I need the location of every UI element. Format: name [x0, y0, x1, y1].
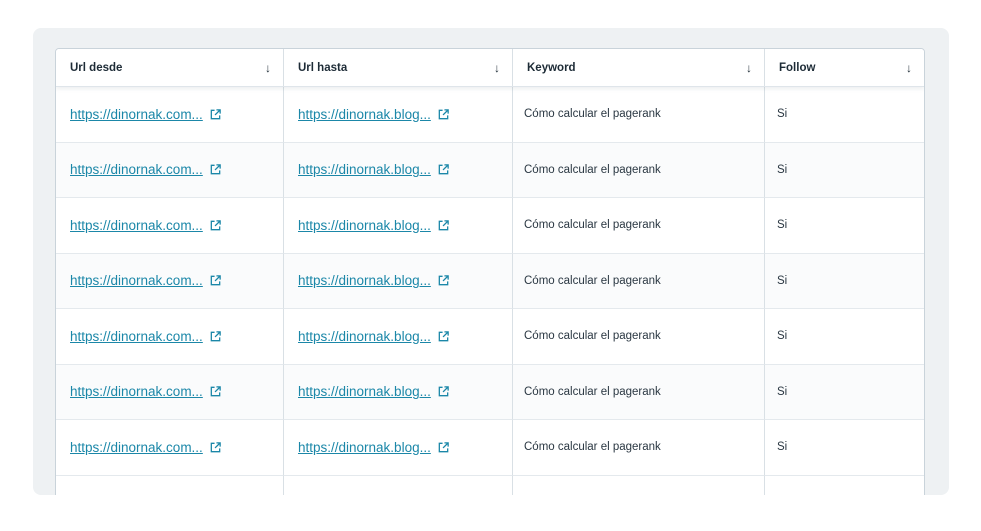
table-row: https://dinornak.com... https://dinornak… [56, 87, 924, 143]
cell-url-hasta: https://dinornak.blog... [284, 253, 513, 309]
link-text: https://dinornak.blog... [298, 328, 431, 344]
link-text: https://dinornak.blog... [298, 162, 431, 178]
url-hasta-link[interactable]: https://dinornak.blog... [298, 384, 450, 399]
table-row: https://dinornak.com... https://dinornak… [56, 253, 924, 309]
table-header: Url desde ↓ Url hasta ↓ Keyword ↓ Follow… [56, 49, 924, 87]
link-text: https://dinornak.com... [70, 439, 203, 455]
cell-follow: Si [765, 198, 924, 254]
cell-url-desde: https://dinornak.com... [56, 198, 284, 254]
cell-follow: Si [765, 309, 924, 365]
cell-keyword: Cómo calcular el pagerank [513, 142, 765, 198]
table-row: https://dinornak.com... https://dinornak… [56, 198, 924, 254]
cell-follow: Si [765, 253, 924, 309]
external-link-icon[interactable] [437, 441, 450, 454]
cell-url-hasta: https://dinornak.blog... [284, 87, 513, 143]
backlinks-table: Url desde ↓ Url hasta ↓ Keyword ↓ Follow… [55, 48, 925, 495]
url-hasta-link[interactable]: https://dinornak.blog... [298, 440, 450, 455]
external-link-icon[interactable] [209, 385, 222, 398]
cell-url-hasta: https://dinornak.blog... [284, 420, 513, 476]
url-hasta-link[interactable]: https://dinornak.blog... [298, 162, 450, 177]
cell-url-desde: https://dinornak.com... [56, 142, 284, 198]
cell-url-desde: https://dinornak.com... [56, 364, 284, 420]
table-row: https://dinornak.com... https://dinornak… [56, 420, 924, 476]
table-row: https://dinornak.com... https://dinornak… [56, 142, 924, 198]
url-hasta-link[interactable]: https://dinornak.blog... [298, 329, 450, 344]
link-text: https://dinornak.com... [70, 384, 203, 400]
column-header-label: Url desde [70, 61, 123, 74]
column-header-url-desde[interactable]: Url desde ↓ [56, 49, 284, 86]
column-header-label: Keyword [527, 61, 576, 74]
column-header-follow[interactable]: Follow ↓ [765, 49, 924, 86]
cell-url-desde: https://dinornak.com... [56, 309, 284, 365]
link-text: https://dinornak.com... [70, 162, 203, 178]
cell-follow [765, 476, 924, 496]
link-text: https://dinornak.blog... [298, 273, 431, 289]
arrow-down-icon[interactable]: ↓ [906, 61, 912, 75]
table-row: https://dinornak.com... https://dinornak… [56, 364, 924, 420]
url-desde-link[interactable]: https://dinornak.com... [70, 273, 222, 288]
external-link-icon[interactable] [437, 163, 450, 176]
url-desde-link[interactable]: https://dinornak.com... [70, 384, 222, 399]
cell-follow: Si [765, 364, 924, 420]
external-link-icon[interactable] [437, 330, 450, 343]
cell-url-desde: https://dinornak.com... [56, 87, 284, 143]
cell-keyword: Cómo calcular el pagerank [513, 420, 765, 476]
cell-url-hasta [284, 475, 513, 495]
url-desde-link[interactable]: https://dinornak.com... [70, 107, 222, 122]
cell-keyword: Cómo calcular el pagerank [513, 198, 765, 254]
external-link-icon[interactable] [209, 330, 222, 343]
external-link-icon[interactable] [209, 274, 222, 287]
cell-url-desde [56, 475, 284, 495]
cell-url-hasta: https://dinornak.blog... [284, 198, 513, 254]
url-hasta-link[interactable]: https://dinornak.blog... [298, 107, 450, 122]
arrow-down-icon[interactable]: ↓ [494, 61, 500, 75]
column-header-keyword[interactable]: Keyword ↓ [513, 49, 765, 86]
link-text: https://dinornak.com... [70, 273, 203, 289]
cell-keyword: Cómo calcular el pagerank [513, 253, 765, 309]
link-text: https://dinornak.blog... [298, 439, 431, 455]
cell-url-desde: https://dinornak.com... [56, 253, 284, 309]
external-link-icon[interactable] [437, 385, 450, 398]
external-link-icon[interactable] [209, 219, 222, 232]
column-header-url-hasta[interactable]: Url hasta ↓ [284, 49, 513, 86]
table-row [56, 475, 924, 496]
external-link-icon[interactable] [209, 163, 222, 176]
url-hasta-link[interactable]: https://dinornak.blog... [298, 273, 450, 288]
external-link-icon[interactable] [209, 108, 222, 121]
cell-follow: Si [765, 142, 924, 198]
url-desde-link[interactable]: https://dinornak.com... [70, 440, 222, 455]
cell-url-desde: https://dinornak.com... [56, 420, 284, 476]
table-body: https://dinornak.com... https://dinornak… [56, 87, 924, 495]
external-link-icon[interactable] [437, 274, 450, 287]
cell-url-hasta: https://dinornak.blog... [284, 309, 513, 365]
cell-url-hasta: https://dinornak.blog... [284, 142, 513, 198]
column-header-label: Url hasta [298, 61, 348, 74]
cell-keyword: Cómo calcular el pagerank [513, 87, 765, 143]
url-desde-link[interactable]: https://dinornak.com... [70, 218, 222, 233]
external-link-icon[interactable] [437, 219, 450, 232]
link-text: https://dinornak.blog... [298, 217, 431, 233]
url-hasta-link[interactable]: https://dinornak.blog... [298, 218, 450, 233]
arrow-down-icon[interactable]: ↓ [265, 61, 271, 75]
link-text: https://dinornak.blog... [298, 384, 431, 400]
cell-url-hasta: https://dinornak.blog... [284, 364, 513, 420]
cell-keyword: Cómo calcular el pagerank [513, 309, 765, 365]
arrow-down-icon[interactable]: ↓ [746, 61, 752, 75]
link-text: https://dinornak.com... [70, 106, 203, 122]
cell-follow: Si [765, 420, 924, 476]
url-desde-link[interactable]: https://dinornak.com... [70, 162, 222, 177]
cell-keyword: Cómo calcular el pagerank [513, 364, 765, 420]
link-text: https://dinornak.blog... [298, 106, 431, 122]
column-header-label: Follow [779, 61, 816, 74]
link-text: https://dinornak.com... [70, 217, 203, 233]
link-text: https://dinornak.com... [70, 328, 203, 344]
cell-keyword [513, 475, 765, 495]
backlinks-card: Url desde ↓ Url hasta ↓ Keyword ↓ Follow… [33, 28, 949, 495]
cell-follow: Si [765, 87, 924, 143]
external-link-icon[interactable] [209, 441, 222, 454]
table-row: https://dinornak.com... https://dinornak… [56, 309, 924, 365]
external-link-icon[interactable] [437, 108, 450, 121]
url-desde-link[interactable]: https://dinornak.com... [70, 329, 222, 344]
